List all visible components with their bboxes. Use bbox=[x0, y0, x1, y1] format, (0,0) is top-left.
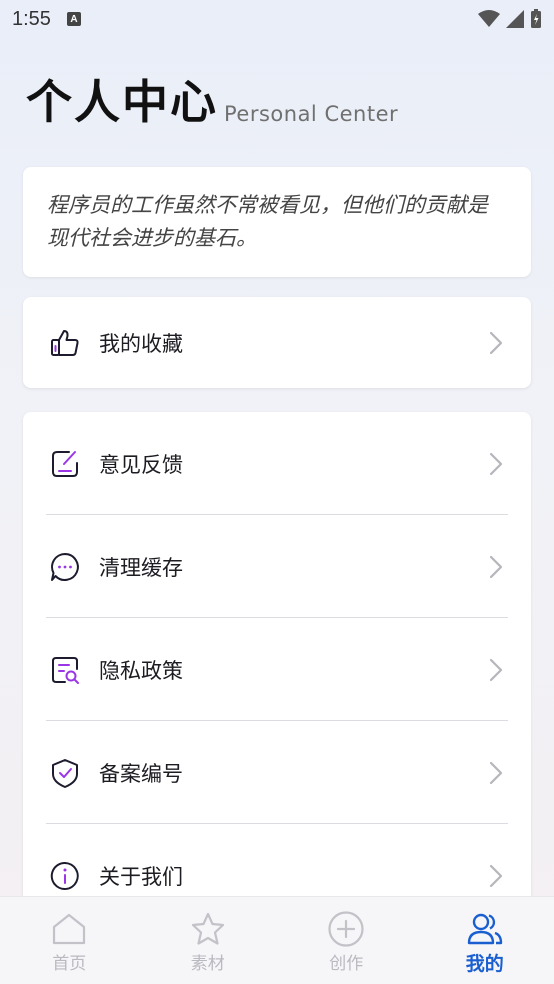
page-subtitle: Personal Center bbox=[224, 102, 399, 126]
plus-circle-icon bbox=[326, 910, 366, 948]
edit-square-icon bbox=[49, 448, 81, 480]
chevron-right-icon bbox=[487, 657, 505, 683]
wifi-icon bbox=[478, 10, 500, 27]
bottom-tab-bar: 首页 素材 创作 我的 bbox=[0, 896, 554, 984]
chat-dots-icon bbox=[49, 551, 81, 583]
star-icon bbox=[188, 910, 228, 948]
status-time: 1:55 bbox=[12, 7, 51, 30]
page-header: 个人中心 Personal Center bbox=[26, 74, 398, 130]
tab-materials[interactable]: 素材 bbox=[139, 897, 278, 984]
menu-label-filing-number: 备案编号 bbox=[99, 761, 183, 786]
menu-label-privacy-policy: 隐私政策 bbox=[99, 658, 183, 683]
tab-home[interactable]: 首页 bbox=[0, 897, 139, 984]
menu-item-feedback[interactable]: 意见反馈 bbox=[23, 412, 531, 515]
menu-item-privacy-policy[interactable]: 隐私政策 bbox=[23, 618, 531, 721]
favorites-card: 我的收藏 bbox=[23, 297, 531, 388]
menu-label-feedback: 意见反馈 bbox=[99, 452, 183, 477]
settings-list-card: 意见反馈 清理缓存 隐私政策 备案编号 关于我们 bbox=[23, 412, 531, 932]
chevron-right-icon bbox=[487, 330, 505, 356]
tab-create[interactable]: 创作 bbox=[277, 897, 416, 984]
info-circle-icon bbox=[49, 860, 81, 892]
shield-check-icon bbox=[49, 757, 81, 789]
document-search-icon bbox=[49, 654, 81, 686]
home-icon bbox=[49, 910, 89, 948]
quote-text: 程序员的工作虽然不常被看见，但他们的贡献是现代社会进步的基石。 bbox=[47, 193, 488, 250]
menu-label-clear-cache: 清理缓存 bbox=[99, 555, 183, 580]
user-group-icon bbox=[465, 910, 505, 948]
tab-label-materials: 素材 bbox=[190, 954, 225, 974]
tab-mine[interactable]: 我的 bbox=[416, 897, 554, 984]
menu-item-filing-number[interactable]: 备案编号 bbox=[23, 721, 531, 824]
menu-label-favorites: 我的收藏 bbox=[99, 331, 183, 356]
menu-item-clear-cache[interactable]: 清理缓存 bbox=[23, 515, 531, 618]
cell-signal-icon bbox=[506, 10, 524, 28]
status-indicators bbox=[478, 9, 542, 29]
menu-item-favorites[interactable]: 我的收藏 bbox=[23, 297, 531, 388]
thumbs-up-icon bbox=[49, 327, 81, 359]
tab-label-mine: 我的 bbox=[465, 953, 504, 975]
notification-icon: A bbox=[66, 12, 81, 26]
battery-icon bbox=[531, 9, 541, 28]
tab-label-create: 创作 bbox=[329, 954, 364, 974]
status-bar: 1:55 A bbox=[0, 0, 554, 38]
page-title: 个人中心 bbox=[26, 75, 218, 129]
quote-card: 程序员的工作虽然不常被看见，但他们的贡献是现代社会进步的基石。 bbox=[23, 167, 531, 277]
chevron-right-icon bbox=[487, 863, 505, 889]
chevron-right-icon bbox=[487, 451, 505, 477]
menu-label-about-us: 关于我们 bbox=[99, 864, 183, 889]
chevron-right-icon bbox=[487, 554, 505, 580]
tab-label-home: 首页 bbox=[52, 954, 87, 974]
chevron-right-icon bbox=[487, 760, 505, 786]
